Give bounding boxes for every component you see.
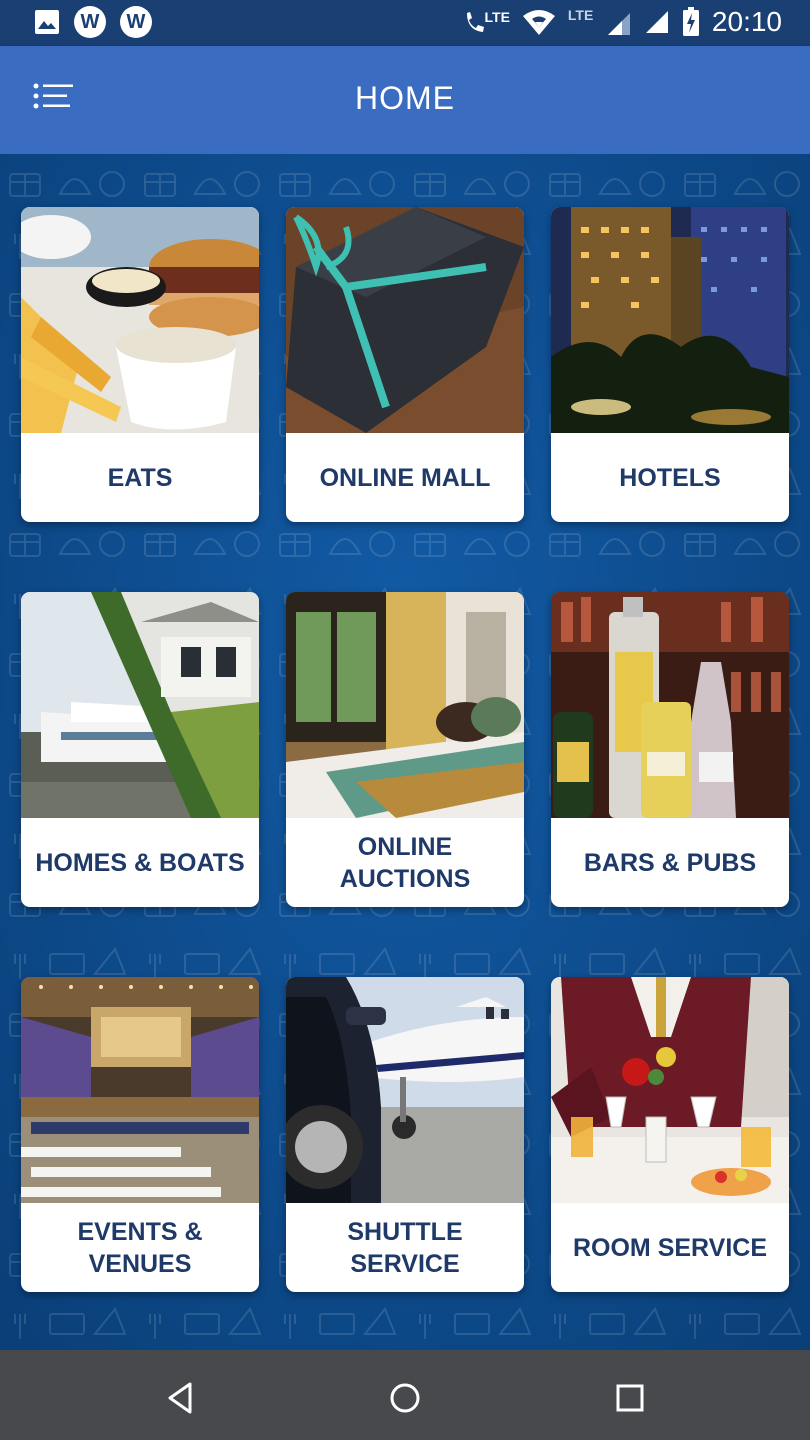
signal-icon (607, 13, 630, 35)
lte-signal-indicator: LTE (568, 7, 632, 37)
card-label: SHUTTLE SERVICE (347, 1217, 463, 1278)
card-label: BARS & PUBS (583, 848, 757, 877)
bars-pubs-image (551, 592, 789, 818)
hotels-image (551, 207, 789, 433)
card-events-venues[interactable]: EVENTS & VENUES (21, 977, 259, 1292)
card-room-service[interactable]: ROOM SERVICE (551, 977, 789, 1292)
card-label: ROOM SERVICE (572, 1233, 768, 1262)
home-icon[interactable] (385, 1378, 425, 1418)
card-label: EATS (107, 463, 173, 492)
phone-icon (466, 12, 484, 32)
card-online-auctions[interactable]: ONLINE AUCTIONS (286, 592, 524, 907)
lte-signal-label: LTE (567, 7, 594, 23)
wifi-icon (522, 10, 555, 35)
signal-icon (645, 11, 668, 33)
system-nav-bar (0, 1350, 810, 1440)
card-hotels[interactable]: HOTELS (551, 207, 789, 522)
app-bar: HOME (0, 46, 810, 154)
status-time: 20:10 (711, 6, 782, 37)
eats-image (21, 207, 259, 433)
lte-call-label: LTE (484, 9, 510, 25)
card-eats[interactable]: EATS (21, 207, 259, 522)
w-app-icon: W (74, 6, 106, 38)
w-app-icon: W (120, 6, 152, 38)
status-bar: W W LTE LTE 20:10 (0, 0, 810, 46)
online-auctions-image (286, 592, 524, 818)
card-shuttle-service[interactable]: SHUTTLE SERVICE (286, 977, 524, 1292)
card-label: ONLINE AUCTIONS (339, 832, 471, 893)
events-venues-image (21, 977, 259, 1203)
page-title: HOME (355, 80, 455, 116)
category-grid: EATS ONLINE MALL HOTELS HOMES & BOATS ON… (21, 207, 789, 1292)
online-mall-image (286, 207, 524, 433)
recents-icon[interactable] (610, 1378, 650, 1418)
card-label: EVENTS & VENUES (77, 1217, 203, 1278)
card-label: HOTELS (619, 463, 721, 492)
card-online-mall[interactable]: ONLINE MALL (286, 207, 524, 522)
lte-call-indicator: LTE (463, 9, 510, 35)
card-bars-pubs[interactable]: BARS & PUBS (551, 592, 789, 907)
home-content: EATS ONLINE MALL HOTELS HOMES & BOATS ON… (0, 154, 810, 1350)
card-homes-boats[interactable]: HOMES & BOATS (21, 592, 259, 907)
card-label: ONLINE MALL (319, 463, 491, 492)
homes-boats-image (21, 592, 259, 818)
battery-charging-icon (682, 7, 699, 36)
room-service-image (551, 977, 789, 1203)
card-label: HOMES & BOATS (35, 848, 245, 877)
back-icon[interactable] (162, 1378, 202, 1418)
shuttle-service-image (286, 977, 524, 1203)
image-icon (35, 10, 59, 34)
